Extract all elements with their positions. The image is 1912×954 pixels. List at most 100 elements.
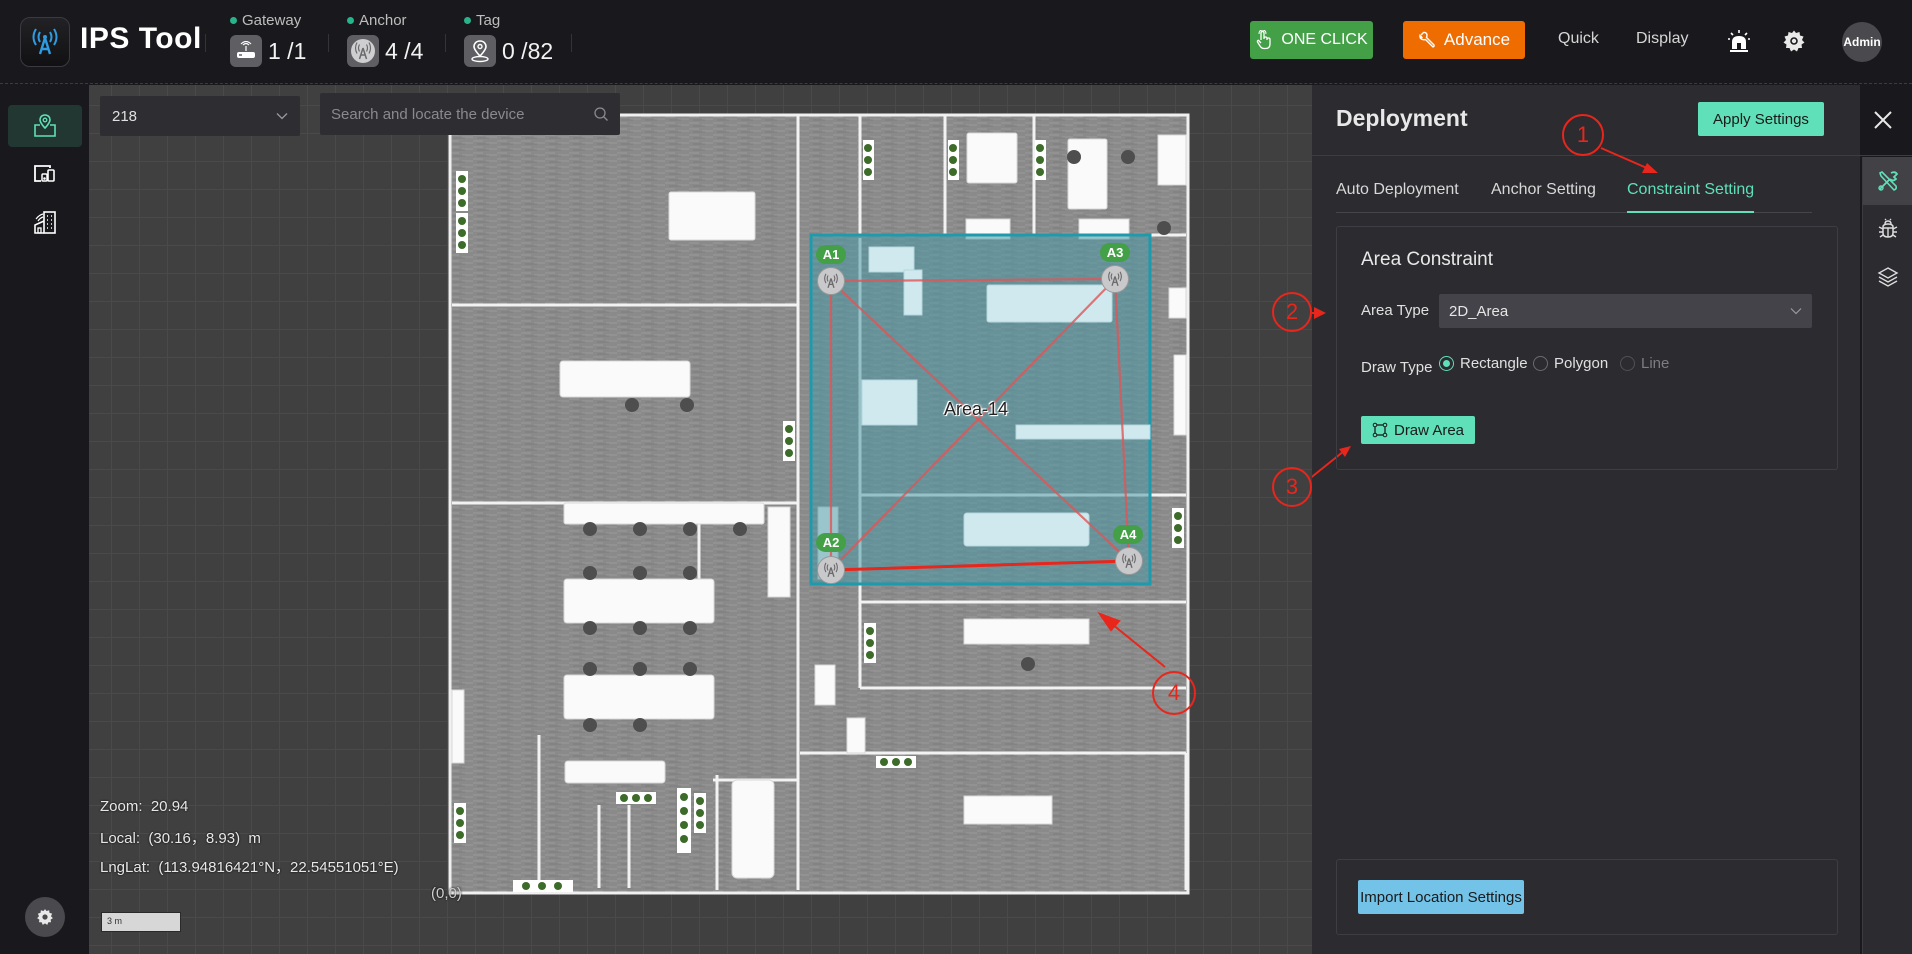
- tag-pin-icon: [464, 35, 496, 67]
- tab-constraint-setting[interactable]: Constraint Setting: [1627, 181, 1755, 213]
- status-dot: [230, 17, 237, 24]
- anchor-icon: [347, 35, 379, 67]
- draw-area-button[interactable]: Draw Area: [1361, 416, 1475, 444]
- area-type-select[interactable]: 2D_Area: [1439, 294, 1812, 328]
- chevron-down-icon: [1790, 308, 1802, 315]
- lnglat-readout: LngLat: (113.94816421°N，22.54551051°E): [100, 859, 399, 876]
- panel-tabs: Auto Deployment Anchor Setting Constrain…: [1336, 181, 1812, 213]
- wrench-icon: [1419, 31, 1435, 48]
- right-tool-strip: [1862, 157, 1912, 954]
- tag-count: 0 /82: [502, 37, 554, 64]
- map-settings-button[interactable]: [25, 897, 65, 937]
- floor-plan[interactable]: [89, 85, 1312, 954]
- display-link[interactable]: Display: [1636, 30, 1688, 48]
- devices-icon: [34, 165, 55, 182]
- antenna-icon: [32, 28, 58, 55]
- deployment-panel: Deployment Apply Settings Auto Deploymen…: [1272, 85, 1912, 954]
- header-divider: [445, 34, 446, 52]
- apply-settings-button[interactable]: Apply Settings: [1698, 102, 1824, 136]
- area-constraint-card: Area Constraint Area Type 2D_Area Draw T…: [1336, 226, 1838, 470]
- annotation-2: 2: [1272, 292, 1312, 332]
- search-input[interactable]: [331, 105, 571, 123]
- anchor-a1[interactable]: [817, 267, 845, 295]
- sidebar-item-devices[interactable]: [8, 153, 82, 195]
- layers-icon: [1877, 267, 1899, 287]
- map-canvas[interactable]: 218 Area-14 A1 A2 A3 A4 4 Zoom: 20.94 Lo…: [89, 85, 1312, 954]
- strip-item-tools[interactable]: [1863, 157, 1912, 205]
- search-icon[interactable]: [593, 106, 609, 122]
- advance-button[interactable]: Advance: [1403, 21, 1525, 59]
- user-avatar[interactable]: Admin: [1842, 22, 1882, 62]
- anchor-a2[interactable]: [817, 556, 845, 584]
- area-type-label: Area Type: [1361, 302, 1430, 319]
- radio-rectangle[interactable]: Rectangle: [1439, 355, 1528, 372]
- annotation-4: 4: [1152, 671, 1196, 715]
- map-pin-icon: [34, 114, 56, 137]
- anchor-label-a2: A2: [816, 533, 846, 552]
- area-type-value: 2D_Area: [1449, 302, 1509, 320]
- anchor-label-a4: A4: [1113, 525, 1143, 544]
- hand-pointer-icon: [1257, 30, 1272, 50]
- zoom-readout: Zoom: 20.94: [100, 798, 189, 815]
- building-icon: [34, 211, 56, 234]
- anchor-icon: [1108, 271, 1122, 286]
- gateway-stat: Gateway 1 /1: [230, 12, 306, 67]
- draw-area-label: Draw Area: [1393, 421, 1465, 439]
- area-name-label: Area-14: [944, 399, 1009, 419]
- header-divider: [205, 34, 206, 52]
- tab-auto-deployment[interactable]: Auto Deployment: [1336, 181, 1459, 213]
- import-location-settings-button[interactable]: Import Location Settings: [1358, 880, 1524, 914]
- alarm-icon[interactable]: [1726, 28, 1752, 54]
- anchor-label-a3: A3: [1100, 243, 1130, 262]
- origin-label: (0,0): [431, 885, 462, 902]
- device-search[interactable]: [320, 93, 620, 135]
- scale-bar: 3 m: [101, 912, 181, 932]
- anchor-a4[interactable]: [1115, 547, 1143, 575]
- gear-icon[interactable]: [1781, 28, 1807, 54]
- radio-polygon[interactable]: Polygon: [1533, 355, 1608, 372]
- anchor-count: 4 /4: [385, 37, 424, 64]
- tab-anchor-setting[interactable]: Anchor Setting: [1491, 181, 1596, 213]
- radio-label: Polygon: [1554, 355, 1609, 372]
- close-icon[interactable]: [1868, 105, 1898, 135]
- radio-indicator: [1533, 356, 1548, 371]
- radio-label: Rectangle: [1460, 355, 1528, 372]
- router-icon: [230, 35, 262, 67]
- gateway-label: Gateway: [242, 12, 302, 29]
- one-click-label: ONE CLICK: [1281, 31, 1368, 48]
- one-click-button[interactable]: ONE CLICK: [1250, 21, 1373, 59]
- anchor-icon: [1122, 553, 1136, 568]
- anchor-label: Anchor: [359, 12, 407, 29]
- local-coord-readout: Local: (30.16，8.93) m: [100, 830, 261, 847]
- app-title: IPS Tool: [80, 22, 202, 55]
- radio-label: Line: [1641, 355, 1670, 372]
- strip-item-layers[interactable]: [1863, 253, 1912, 301]
- gateway-count: 1 /1: [268, 37, 307, 64]
- header-divider: [328, 34, 329, 52]
- tools-icon: [1878, 171, 1899, 191]
- quick-link[interactable]: Quick: [1558, 30, 1599, 48]
- sidebar-item-buildings[interactable]: [8, 201, 82, 243]
- radio-indicator: [1439, 356, 1454, 371]
- advance-label: Advance: [1443, 30, 1511, 49]
- radio-line: Line: [1620, 355, 1669, 372]
- gear-icon: [37, 909, 53, 925]
- anchor-icon: [824, 562, 838, 577]
- status-dot: [464, 17, 471, 24]
- anchor-a3[interactable]: [1101, 265, 1129, 293]
- left-sidebar: [0, 85, 89, 954]
- anchor-label-a1: A1: [816, 245, 846, 264]
- annotation-3: 3: [1272, 467, 1312, 507]
- sidebar-item-map[interactable]: [8, 105, 82, 147]
- floor-select[interactable]: 218: [100, 96, 300, 136]
- tag-stat: Tag 0 /82: [464, 12, 553, 67]
- import-card: Import Location Settings: [1336, 859, 1838, 935]
- panel-title: Deployment: [1336, 105, 1468, 131]
- panel-divider: [1312, 155, 1912, 156]
- draw-type-label: Draw Type: [1361, 359, 1433, 376]
- app-logo: [20, 17, 70, 67]
- floor-select-value: 218: [112, 107, 138, 125]
- anchor-icon: [824, 273, 838, 288]
- header-divider: [571, 34, 572, 52]
- strip-item-debug[interactable]: [1863, 205, 1912, 253]
